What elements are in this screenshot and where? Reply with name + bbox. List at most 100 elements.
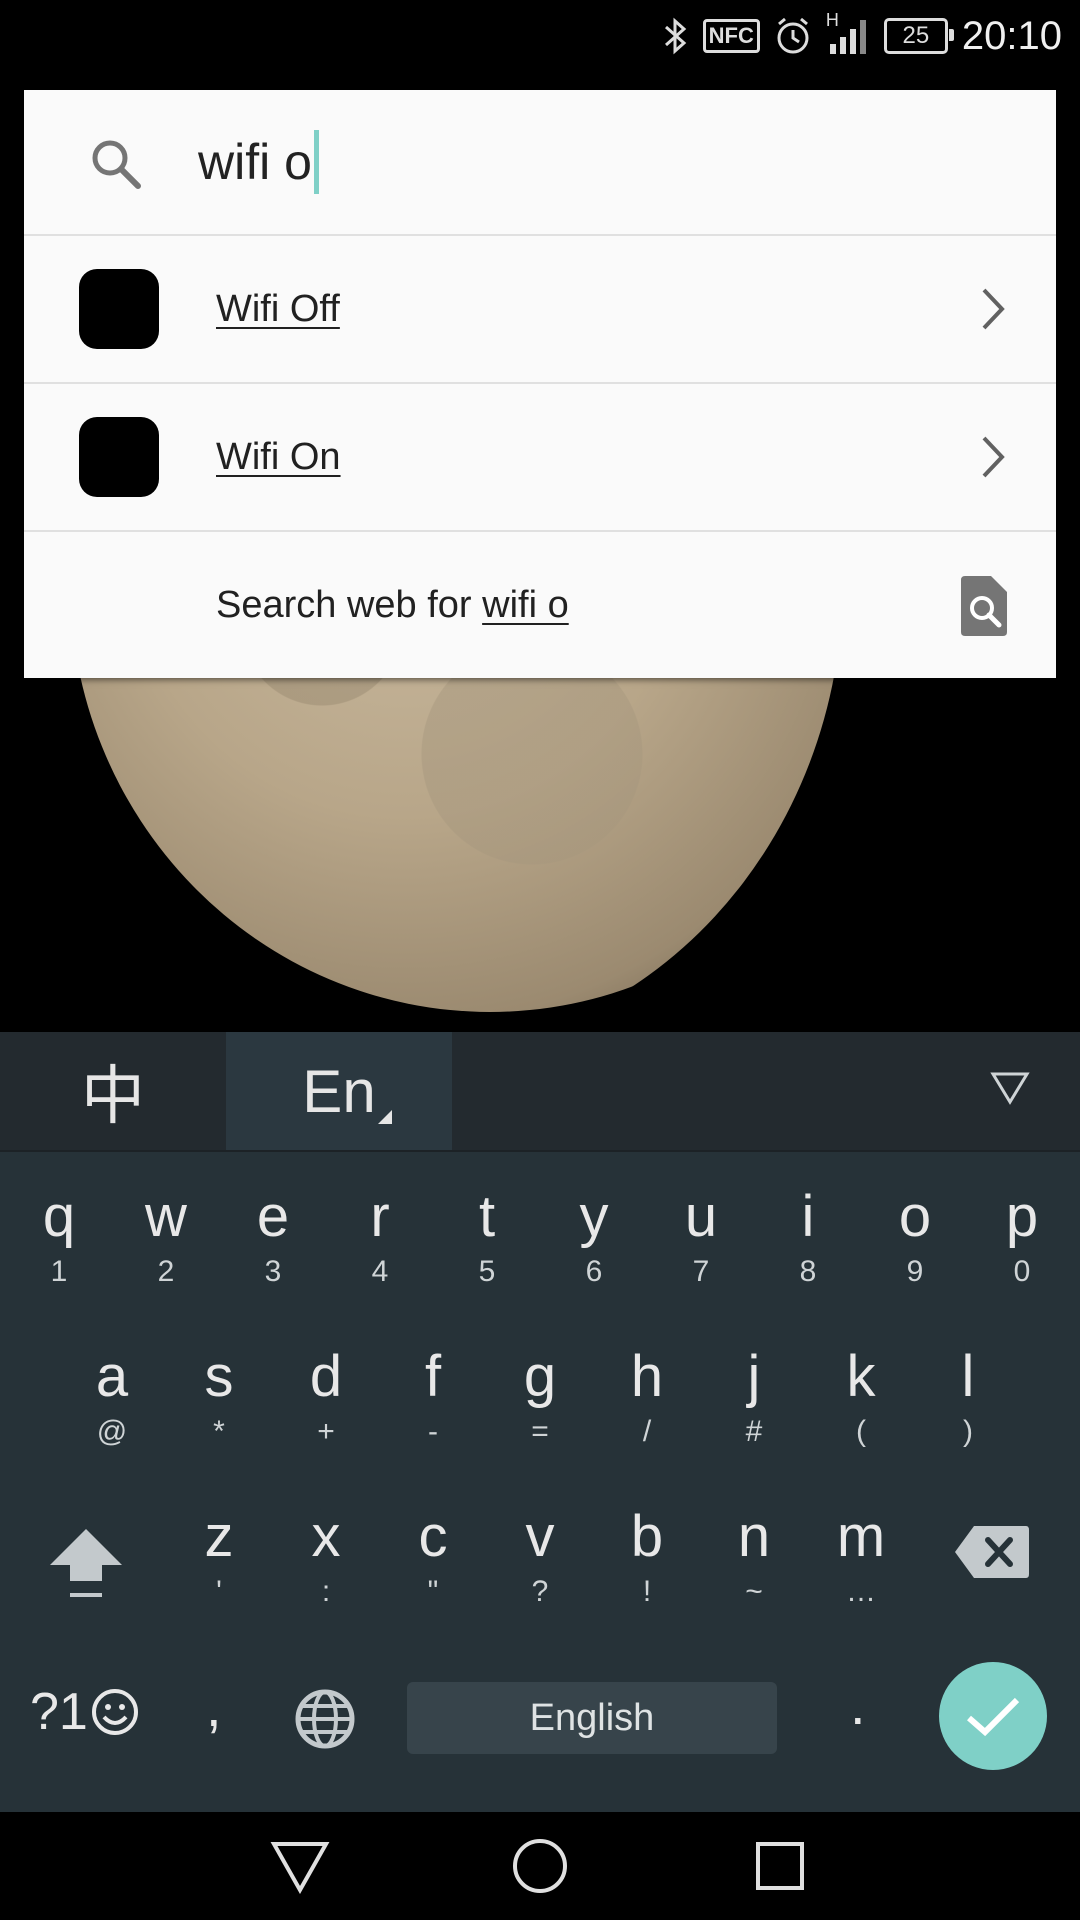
key-b[interactable]: b!	[594, 1507, 700, 1607]
search-query-text: wifi o	[198, 134, 312, 190]
key-c[interactable]: c "	[380, 1507, 486, 1607]
key-main-char: r	[370, 1184, 390, 1249]
symbols-label: ?1	[30, 1683, 88, 1741]
key-main-char: g	[523, 1344, 557, 1409]
collapse-keyboard-icon[interactable]	[990, 1070, 1030, 1111]
key-q[interactable]: q1	[6, 1187, 112, 1287]
key-t[interactable]: t5	[434, 1187, 540, 1287]
key-alt-char: 9	[906, 1255, 924, 1288]
key-main-char: e	[256, 1184, 290, 1249]
key-o[interactable]: o9	[862, 1187, 968, 1287]
back-icon[interactable]	[270, 1838, 330, 1899]
key-main-char: z	[204, 1504, 234, 1569]
keyboard-toolbar: 中 En	[0, 1032, 1080, 1152]
period-key[interactable]: .	[850, 1672, 866, 1737]
key-x[interactable]: x:	[273, 1507, 379, 1607]
key-main-char: l	[961, 1344, 975, 1409]
key-main-char: q	[42, 1184, 76, 1249]
key-main-char: h	[630, 1344, 664, 1409]
result-label: Wifi On	[216, 435, 341, 478]
key-p[interactable]: p0	[969, 1187, 1075, 1287]
tab-english-label: En	[302, 1057, 376, 1125]
key-z[interactable]: z '	[166, 1507, 272, 1607]
key-main-char: o	[898, 1184, 932, 1249]
web-search-label: Search web for wifi o	[216, 584, 569, 627]
tab-chinese[interactable]: 中	[0, 1032, 226, 1150]
key-g[interactable]: g =	[487, 1347, 593, 1447]
key-l[interactable]: l)	[915, 1347, 1021, 1447]
app-icon	[79, 269, 159, 349]
key-main-char: j	[747, 1344, 761, 1409]
key-w[interactable]: w2	[113, 1187, 219, 1287]
key-alt-char: ?	[531, 1575, 549, 1608]
checkmark-icon	[967, 1697, 1020, 1737]
bluetooth-icon	[663, 16, 689, 56]
result-wifi-on[interactable]: Wifi On	[24, 382, 1056, 530]
enter-key[interactable]	[939, 1662, 1047, 1770]
web-search-prefix: Search web for	[216, 583, 483, 626]
soft-keyboard: 中 En q1w2e3r4t5y6u7i8o9p0 a @ s * d + f - g = h / j #…	[0, 1032, 1080, 1812]
search-icon	[86, 134, 146, 199]
key-alt-char: *	[213, 1415, 225, 1448]
tab-english[interactable]: En	[226, 1032, 452, 1150]
key-r[interactable]: r4	[327, 1187, 433, 1287]
key-f[interactable]: f-	[380, 1347, 486, 1447]
search-panel: wifi o Wifi Off Wifi On Search web for w…	[24, 90, 1056, 678]
key-alt-char: +	[317, 1415, 335, 1448]
home-icon[interactable]	[510, 1838, 570, 1899]
search-input[interactable]: wifi o	[198, 130, 319, 194]
key-h[interactable]: h /	[594, 1347, 700, 1447]
key-alt-char: …	[846, 1575, 876, 1608]
key-alt-char: '	[216, 1575, 222, 1608]
text-cursor	[313, 130, 319, 194]
key-m[interactable]: m…	[808, 1507, 914, 1607]
key-alt-char: :	[321, 1575, 331, 1608]
key-y[interactable]: y6	[541, 1187, 647, 1287]
key-main-char: x	[311, 1504, 341, 1569]
web-search-query: wifi o	[482, 583, 569, 626]
key-u[interactable]: u7	[648, 1187, 754, 1287]
key-k[interactable]: k(	[808, 1347, 914, 1447]
symbols-key[interactable]: ?1	[30, 1682, 140, 1742]
key-alt-char: -	[428, 1415, 438, 1448]
shift-key[interactable]	[48, 1527, 124, 1608]
key-alt-char: 0	[1013, 1255, 1031, 1288]
key-s[interactable]: s *	[166, 1347, 272, 1447]
globe-icon[interactable]	[294, 1688, 356, 1755]
key-i[interactable]: i8	[755, 1187, 861, 1287]
comma-key[interactable]: ,	[206, 1674, 222, 1739]
key-v[interactable]: v?	[487, 1507, 593, 1607]
chevron-right-icon	[978, 284, 1008, 339]
key-d[interactable]: d +	[273, 1347, 379, 1447]
key-a[interactable]: a @	[59, 1347, 165, 1447]
navigation-bar	[0, 1812, 1080, 1920]
key-main-char: m	[836, 1504, 886, 1569]
key-main-char: p	[1005, 1184, 1039, 1249]
space-key[interactable]: English	[407, 1682, 777, 1754]
key-alt-char: 2	[157, 1255, 175, 1288]
web-search-row[interactable]: Search web for wifi o	[24, 530, 1056, 678]
chevron-right-icon	[978, 432, 1008, 487]
search-bar[interactable]: wifi o	[24, 90, 1056, 234]
backspace-key[interactable]	[954, 1524, 1030, 1585]
key-j[interactable]: j #	[701, 1347, 807, 1447]
key-alt-char: 1	[50, 1255, 68, 1288]
key-alt-char: 8	[799, 1255, 817, 1288]
recents-icon[interactable]	[752, 1838, 808, 1899]
key-main-char: y	[579, 1184, 609, 1249]
key-alt-char: #	[745, 1415, 763, 1448]
key-alt-char: 7	[692, 1255, 710, 1288]
key-alt-char: /	[642, 1415, 652, 1448]
key-main-char: u	[684, 1184, 718, 1249]
key-alt-char: (	[856, 1415, 866, 1448]
key-e[interactable]: e3	[220, 1187, 326, 1287]
status-bar: NFC H 25 20:10	[0, 0, 1080, 72]
key-alt-char: )	[963, 1415, 973, 1448]
result-wifi-off[interactable]: Wifi Off	[24, 234, 1056, 382]
alarm-icon	[774, 16, 812, 56]
key-main-char: a	[95, 1344, 129, 1409]
key-alt-char: ~	[745, 1575, 763, 1608]
key-alt-char: "	[427, 1575, 439, 1608]
key-main-char: t	[478, 1184, 496, 1249]
key-n[interactable]: n ~	[701, 1507, 807, 1607]
